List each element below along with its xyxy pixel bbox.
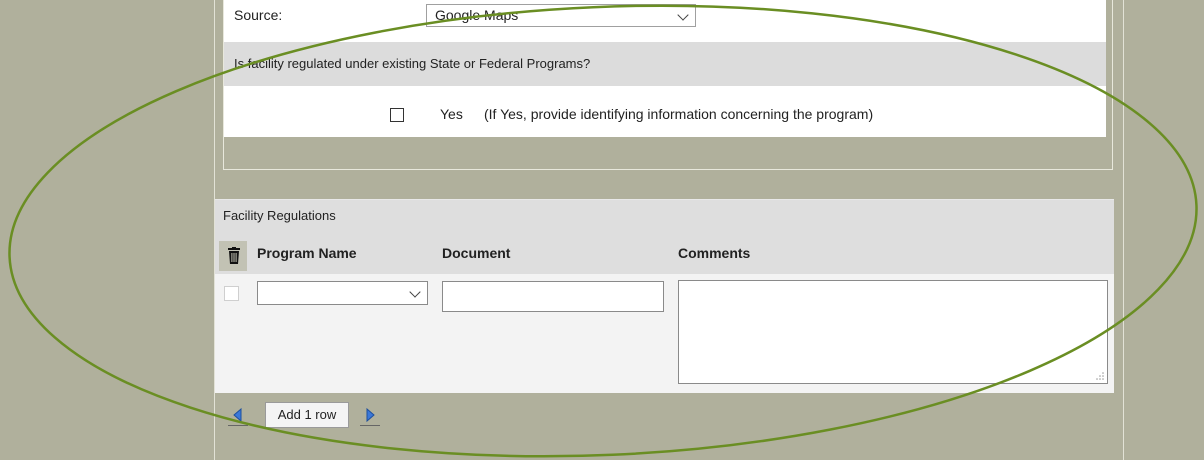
source-selected-value: Google Maps	[435, 7, 519, 23]
document-input[interactable]	[442, 281, 664, 312]
column-header-program: Program Name	[257, 245, 357, 261]
column-header-comments: Comments	[678, 245, 751, 261]
arrow-right-icon	[366, 407, 375, 423]
yes-label: Yes	[440, 106, 463, 122]
source-select[interactable]: Google Maps	[426, 4, 696, 27]
arrow-left-icon	[233, 407, 242, 423]
facility-regulations-title: Facility Regulations	[215, 200, 1114, 230]
add-row-button[interactable]: Add 1 row	[265, 402, 349, 428]
section-title: Facility Regulations	[223, 208, 336, 223]
chevron-down-icon	[677, 9, 689, 21]
delete-rows-button[interactable]	[219, 241, 247, 271]
regulated-question-text: Is facility regulated under existing Sta…	[234, 56, 591, 71]
trash-icon	[228, 247, 240, 264]
yes-row: Yes (If Yes, provide identifying informa…	[224, 86, 1106, 137]
comments-textarea[interactable]	[678, 280, 1108, 384]
next-page-button[interactable]	[360, 405, 380, 426]
row-select-checkbox[interactable]	[224, 286, 239, 301]
column-header-document: Document	[442, 245, 511, 261]
resize-grip-icon[interactable]	[1095, 371, 1104, 380]
source-label: Source:	[234, 7, 283, 23]
source-row: Source: Google Maps	[224, 0, 1106, 42]
program-name-select[interactable]	[257, 281, 428, 305]
yes-checkbox[interactable]	[390, 108, 404, 122]
yes-note: (If Yes, provide identifying information…	[484, 106, 874, 122]
chevron-down-icon	[409, 286, 421, 298]
regulated-question: Is facility regulated under existing Sta…	[224, 42, 1106, 86]
previous-page-button[interactable]	[228, 405, 248, 426]
